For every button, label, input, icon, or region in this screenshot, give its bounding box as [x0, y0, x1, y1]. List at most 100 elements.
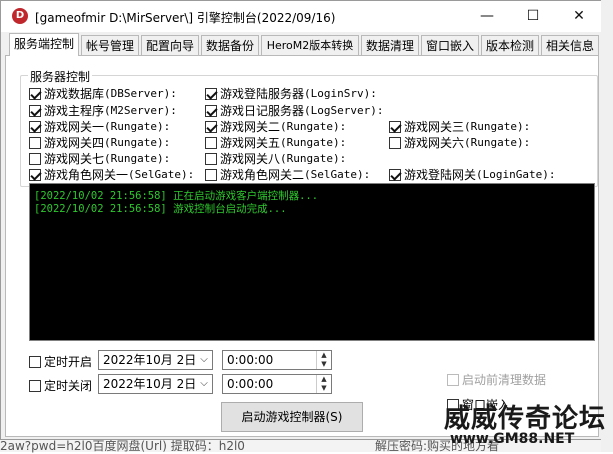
server-label: 游戏网关六: [404, 136, 465, 150]
server-label: 游戏登陆服务器: [220, 87, 305, 101]
tab-account[interactable]: 帐号管理: [81, 35, 139, 55]
server-label: 游戏登陆网关: [404, 168, 477, 182]
window-title: [gameofmir D:\MirServer\] 引擎控制台(2022/09/…: [35, 11, 336, 25]
server-checkbox[interactable]: 游戏网关六(Rungate):: [389, 134, 531, 150]
server-process-name: (Rungate):: [280, 136, 347, 149]
spin-arrows-icon[interactable]: ▲ ▼: [316, 375, 331, 393]
group-title: 服务器控制: [28, 68, 93, 85]
server-checkbox[interactable]: 游戏登陆服务器(LoginSrv):: [205, 85, 377, 101]
start-date-value: 2022年10月 2日: [103, 353, 197, 367]
chevron-down-icon[interactable]: ⌵: [196, 375, 212, 393]
checkbox-box[interactable]: [29, 152, 41, 165]
server-checkbox[interactable]: 游戏网关八(Rungate):: [205, 150, 347, 166]
checkbox-checked-icon[interactable]: [29, 104, 41, 117]
checkbox-checked-icon[interactable]: [205, 87, 217, 100]
server-label: 游戏主程序: [44, 104, 105, 118]
server-process-name: (Rungate):: [104, 136, 171, 149]
checkbox-checked-icon[interactable]: [29, 168, 41, 181]
stop-time-value: 0:00:00: [227, 377, 274, 391]
checkbox-checked-icon[interactable]: [389, 120, 401, 133]
server-checkbox[interactable]: 游戏网关二(Rungate):: [205, 118, 347, 134]
log-line: [2022/10/02 21:56:58] 游戏控制台启动完成...: [34, 203, 287, 215]
close-button[interactable]: ✕: [556, 1, 602, 32]
spin-arrows-icon[interactable]: ▲ ▼: [316, 351, 331, 369]
server-checkbox[interactable]: 游戏主程序(M2Server):: [29, 102, 177, 118]
server-process-name: (LoginSrv):: [304, 87, 377, 100]
checkbox-box[interactable]: [205, 152, 217, 165]
checkbox-checked-icon[interactable]: [205, 120, 217, 133]
server-label: 游戏网关三: [404, 120, 465, 134]
watermark-logo: 威威传奇论坛 www.GM88.NET: [444, 398, 609, 452]
checkbox-checked-icon[interactable]: [205, 104, 217, 117]
checkbox-box[interactable]: [205, 168, 217, 181]
app-icon: D: [12, 8, 28, 24]
tab-window-embed[interactable]: 窗口嵌入: [421, 35, 479, 55]
server-process-name: (SelGate):: [304, 168, 371, 181]
start-date-picker[interactable]: 2022年10月 2日 ⌵: [98, 350, 213, 370]
server-checkbox[interactable]: 游戏网关五(Rungate):: [205, 134, 347, 150]
server-label: 游戏网关五: [220, 136, 281, 150]
checkbox-box[interactable]: [29, 379, 41, 392]
tab-data-clean[interactable]: 数据清理: [361, 35, 419, 55]
start-time-value: 0:00:00: [227, 353, 274, 367]
start-controller-button[interactable]: 启动游戏控制器(S): [221, 402, 363, 432]
checkbox-box[interactable]: [29, 136, 41, 149]
maximize-button[interactable]: ☐: [510, 1, 556, 32]
timed-start-checkbox[interactable]: 定时开启: [29, 353, 92, 369]
tab-server-control[interactable]: 服务端控制: [9, 33, 79, 56]
server-checkbox[interactable]: 游戏登陆网关(LoginGate):: [389, 166, 556, 182]
watermark-url: www.GM88.NET: [450, 431, 575, 447]
start-time-spinner[interactable]: 0:00:00 ▲ ▼: [222, 350, 332, 370]
checkbox-box[interactable]: [205, 136, 217, 149]
checkbox-checked-icon[interactable]: [29, 120, 41, 133]
server-process-name: (Rungate):: [104, 152, 171, 165]
server-label: 游戏日记服务器: [220, 104, 305, 118]
server-label: 游戏网关四: [44, 136, 105, 150]
timed-stop-checkbox[interactable]: 定时关闭: [29, 377, 92, 393]
server-checkbox[interactable]: 游戏网关七(Rungate):: [29, 150, 171, 166]
clean-before-start-checkbox[interactable]: 启动前清理数据: [447, 371, 546, 387]
server-checkbox[interactable]: 游戏角色网关一(SelGate):: [29, 166, 195, 182]
tab-about[interactable]: 相关信息: [541, 35, 599, 55]
server-checkbox[interactable]: 游戏日记服务器(LogServer):: [205, 102, 384, 118]
server-checkbox[interactable]: 游戏网关三(Rungate):: [389, 118, 531, 134]
server-process-name: (M2Server):: [104, 104, 177, 117]
server-checkbox[interactable]: 游戏角色网关二(SelGate):: [205, 166, 371, 182]
chevron-down-icon[interactable]: ⌵: [196, 351, 212, 369]
checkbox-box[interactable]: [389, 136, 401, 149]
tab-config-wizard[interactable]: 配置向导: [141, 35, 199, 55]
server-label: 游戏网关八: [220, 152, 281, 166]
stop-date-picker[interactable]: 2022年10月 2日 ⌵: [98, 374, 213, 394]
server-process-name: (Rungate):: [280, 152, 347, 165]
tab-herom2-convert[interactable]: HeroM2版本转换: [261, 35, 359, 55]
server-process-name: (Rungate):: [464, 136, 531, 149]
server-process-name: (LoginGate):: [476, 168, 556, 181]
stop-time-spinner[interactable]: 0:00:00 ▲ ▼: [222, 374, 332, 394]
server-label: 游戏网关二: [220, 120, 281, 134]
server-label: 游戏角色网关一: [44, 168, 129, 182]
server-checkbox[interactable]: 游戏网关四(Rungate):: [29, 134, 171, 150]
title-bar[interactable]: D [gameofmir D:\MirServer\] 引擎控制台(2022/0…: [1, 1, 602, 32]
log-console[interactable]: [2022/10/02 21:56:58] 正在启动游戏客户端控制器... [2…: [29, 183, 595, 341]
checkbox-checked-icon[interactable]: [389, 168, 401, 181]
server-label: 游戏角色网关二: [220, 168, 305, 182]
server-process-name: (DBServer):: [104, 87, 177, 100]
server-process-name: (Rungate):: [464, 120, 531, 133]
server-process-name: (Rungate):: [280, 120, 347, 133]
tab-version-check[interactable]: 版本检测: [481, 35, 539, 55]
server-process-name: (SelGate):: [128, 168, 195, 181]
page-scrollbar[interactable]: [601, 0, 613, 452]
checkbox-box[interactable]: [447, 373, 459, 386]
tab-backup[interactable]: 数据备份: [201, 35, 259, 55]
server-process-name: (Rungate):: [104, 120, 171, 133]
server-process-name: (LogServer):: [304, 104, 384, 117]
watermark-text: 威威传奇论坛: [444, 404, 607, 434]
server-checkbox[interactable]: 游戏网关一(Rungate):: [29, 118, 171, 134]
checkbox-box[interactable]: [29, 355, 41, 368]
stop-date-value: 2022年10月 2日: [103, 377, 197, 391]
server-label: 游戏数据库: [44, 87, 105, 101]
minimize-button[interactable]: —: [464, 1, 510, 32]
server-label: 游戏网关七: [44, 152, 105, 166]
checkbox-checked-icon[interactable]: [29, 87, 41, 100]
server-checkbox[interactable]: 游戏数据库(DBServer):: [29, 85, 177, 101]
